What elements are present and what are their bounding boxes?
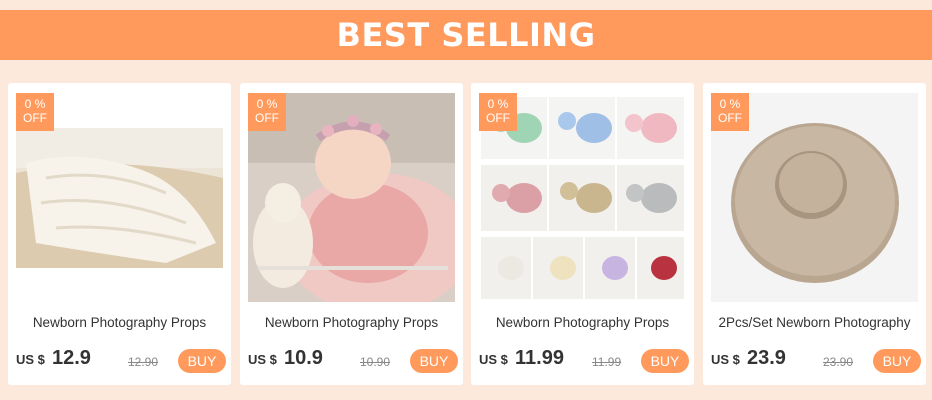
currency-label: US $ xyxy=(711,352,740,367)
currency-label: US $ xyxy=(248,352,277,367)
discount-badge: 0 % OFF xyxy=(248,93,286,131)
banner-title: BEST SELLING xyxy=(336,16,596,54)
product-image[interactable]: 0 % OFF xyxy=(479,93,686,302)
product-image[interactable]: 0 % OFF xyxy=(711,93,918,302)
product-name[interactable]: 2Pcs/Set Newborn Photography xyxy=(703,315,926,330)
currency-label: US $ xyxy=(16,352,45,367)
product-card[interactable]: 0 % OFF 2Pcs/Set Newborn Photography US … xyxy=(703,83,926,385)
discount-badge: 0 % OFF xyxy=(479,93,517,131)
currency-label: US $ xyxy=(479,352,508,367)
product-card[interactable]: 0 % OFF Newborn Photography Props US $ 1… xyxy=(471,83,694,385)
product-card[interactable]: 0 % OFF Newborn Photography Props US $ 1… xyxy=(240,83,463,385)
product-price: 10.9 xyxy=(284,347,323,369)
buy-button[interactable]: BUY xyxy=(178,349,226,373)
product-price: 23.9 xyxy=(747,347,786,369)
discount-badge: 0 % OFF xyxy=(16,93,54,131)
product-name[interactable]: Newborn Photography Props xyxy=(8,315,231,330)
product-card[interactable]: 0 % OFF Newborn Photography Props US $ 1… xyxy=(8,83,231,385)
buy-button[interactable]: BUY xyxy=(873,349,921,373)
product-image[interactable]: 0 % OFF xyxy=(16,93,223,302)
discount-badge: 0 % OFF xyxy=(711,93,749,131)
original-price: 23.90 xyxy=(823,355,854,369)
product-name[interactable]: Newborn Photography Props xyxy=(471,315,694,330)
product-price: 12.9 xyxy=(52,347,91,369)
original-price: 11.99 xyxy=(592,355,622,369)
product-price: 11.99 xyxy=(515,347,564,369)
original-price: 10.90 xyxy=(360,355,391,369)
product-name[interactable]: Newborn Photography Props xyxy=(240,315,463,330)
product-image[interactable]: 0 % OFF xyxy=(248,93,455,302)
original-price: 12.90 xyxy=(128,355,159,369)
buy-button[interactable]: BUY xyxy=(641,349,689,373)
best-selling-banner: BEST SELLING xyxy=(0,10,932,60)
buy-button[interactable]: BUY xyxy=(410,349,458,373)
